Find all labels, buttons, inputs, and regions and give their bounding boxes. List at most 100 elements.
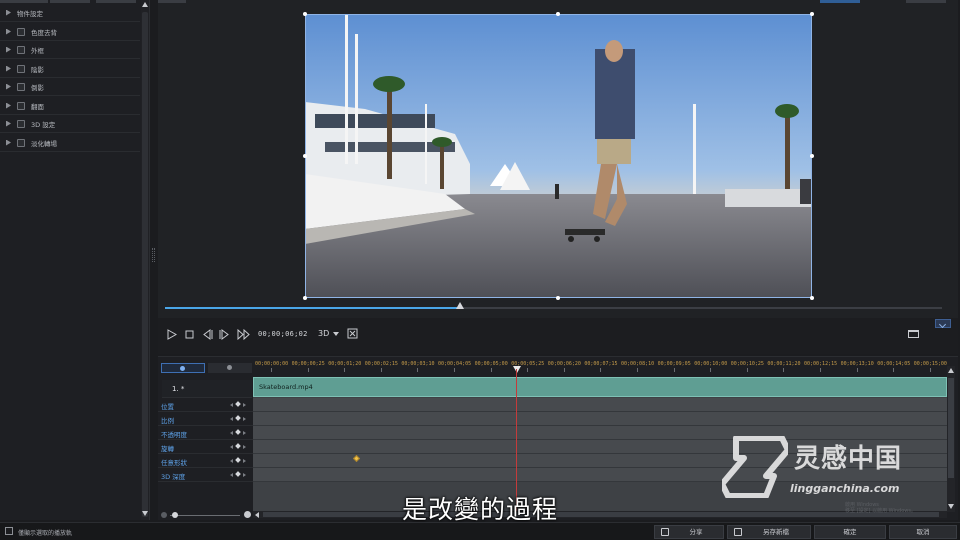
- param-row[interactable]: 不透明度: [158, 426, 253, 440]
- prop-row-3d-settings[interactable]: 3D 設定: [0, 115, 140, 133]
- preview-scrub-bar[interactable]: [165, 302, 942, 309]
- param-row[interactable]: 位置: [158, 398, 253, 412]
- zoom-track[interactable]: [170, 515, 240, 516]
- scroll-thumb[interactable]: [142, 12, 148, 517]
- prev-keyframe-icon[interactable]: [230, 431, 233, 435]
- prev-keyframe-icon[interactable]: [230, 459, 233, 463]
- prop-row-reflection[interactable]: 倒影: [0, 78, 140, 96]
- resize-handle[interactable]: [810, 296, 814, 300]
- fast-forward-icon[interactable]: [237, 329, 251, 340]
- next-keyframe-icon[interactable]: [243, 417, 246, 421]
- expand-triangle-icon[interactable]: [6, 102, 11, 109]
- collapse-chevron-button[interactable]: [935, 319, 951, 328]
- zoom-knob[interactable]: [172, 512, 178, 518]
- expand-triangle-icon[interactable]: [6, 120, 11, 127]
- add-keyframe-icon[interactable]: [235, 443, 241, 449]
- prop-label: 淡化轉場: [31, 139, 57, 148]
- ruler-tick-mark: [563, 368, 565, 372]
- prop-checkbox[interactable]: [17, 119, 25, 128]
- scroll-up-icon[interactable]: [142, 2, 148, 7]
- prop-row-chroma-key[interactable]: 色度去背: [0, 23, 140, 41]
- fullscreen-icon[interactable]: [347, 328, 358, 339]
- param-label: 比例: [161, 417, 174, 425]
- prop-row-flip[interactable]: 翻面: [0, 97, 140, 115]
- ruler-tick-mark: [527, 368, 529, 372]
- 3d-mode-button[interactable]: 3D: [318, 329, 329, 338]
- next-frame-icon[interactable]: [219, 329, 230, 340]
- resize-handle[interactable]: [810, 12, 814, 16]
- resize-handle[interactable]: [303, 154, 307, 158]
- ok-button[interactable]: 確定: [814, 525, 886, 539]
- prop-checkbox[interactable]: [17, 64, 25, 73]
- prop-checkbox[interactable]: [17, 101, 25, 110]
- timeline-ruler[interactable]: 00;00;00;00 00;00;00;25 00;00;01;20 00;00;0…: [253, 358, 955, 372]
- scrub-handle[interactable]: [456, 302, 465, 309]
- ruler-tick-label: 00;00;08;10: [621, 361, 655, 367]
- next-keyframe-icon[interactable]: [243, 431, 246, 435]
- expand-triangle-icon[interactable]: [6, 139, 11, 146]
- share-button[interactable]: 分享: [654, 525, 724, 539]
- cancel-button[interactable]: 取消: [889, 525, 957, 539]
- add-keyframe-icon[interactable]: [235, 429, 241, 435]
- prev-keyframe-icon[interactable]: [230, 445, 233, 449]
- prop-row-object-settings[interactable]: 物件設定: [0, 4, 140, 22]
- track-labels: 1. * 位置比例 不透明度 旋轉 任意形狀 3D 深度: [158, 377, 253, 521]
- timeline-mode-button[interactable]: [208, 363, 252, 373]
- resize-handle[interactable]: [303, 12, 307, 16]
- scroll-up-icon[interactable]: [948, 368, 954, 373]
- add-keyframe-icon[interactable]: [235, 415, 241, 421]
- ruler-tick-label: 00;00;04;05: [438, 361, 472, 367]
- stop-icon[interactable]: [185, 330, 194, 339]
- prev-keyframe-icon[interactable]: [230, 473, 233, 477]
- param-row[interactable]: 任意形狀: [158, 454, 253, 468]
- expand-triangle-icon[interactable]: [6, 28, 11, 35]
- add-keyframe-icon[interactable]: [235, 471, 241, 477]
- prop-row-shadow[interactable]: 陰影: [0, 60, 140, 78]
- track-title-label: 1. *: [172, 385, 185, 393]
- prev-keyframe-icon[interactable]: [230, 417, 233, 421]
- param-row[interactable]: 3D 深度: [158, 468, 253, 482]
- next-keyframe-icon[interactable]: [243, 403, 246, 407]
- previous-frame-icon[interactable]: [202, 329, 213, 340]
- prev-keyframe-icon[interactable]: [230, 403, 233, 407]
- track-title[interactable]: 1. *: [162, 380, 252, 398]
- prop-checkbox[interactable]: [17, 27, 25, 36]
- keyframe-lane[interactable]: [253, 412, 947, 426]
- prop-checkbox[interactable]: [17, 82, 25, 91]
- prop-row-fade[interactable]: 淡化轉場: [0, 134, 140, 152]
- play-icon[interactable]: [167, 329, 177, 340]
- panel-scrollbar[interactable]: [141, 0, 149, 520]
- expand-triangle-icon[interactable]: [6, 65, 11, 72]
- show-selected-track-checkbox[interactable]: [5, 527, 13, 535]
- scroll-down-icon[interactable]: [142, 511, 148, 516]
- save-as-button[interactable]: 另存新檔: [727, 525, 811, 539]
- resize-handle[interactable]: [303, 296, 307, 300]
- keyframe-lane[interactable]: [253, 398, 947, 412]
- video-clip[interactable]: Skateboard.mp4: [253, 377, 947, 397]
- param-row[interactable]: 旋轉: [158, 440, 253, 454]
- expand-triangle-icon[interactable]: [6, 9, 11, 16]
- timeline-mode-button-active[interactable]: [161, 363, 205, 373]
- expand-triangle-icon[interactable]: [6, 83, 11, 90]
- chevron-down-icon[interactable]: [333, 332, 339, 336]
- aspect-ratio-icon[interactable]: [908, 330, 919, 338]
- prop-checkbox[interactable]: [17, 138, 25, 147]
- ruler-tick-label: 00;00;05;00: [474, 361, 508, 367]
- playhead-handle[interactable]: [513, 366, 521, 373]
- next-keyframe-icon[interactable]: [243, 473, 246, 477]
- prop-checkbox[interactable]: [17, 45, 25, 54]
- add-keyframe-icon[interactable]: [235, 401, 241, 407]
- expand-triangle-icon[interactable]: [6, 46, 11, 53]
- prop-row-border[interactable]: 外框: [0, 41, 140, 59]
- timeline-zoom-slider[interactable]: [160, 511, 252, 519]
- zoom-out-icon[interactable]: [161, 512, 167, 518]
- resize-handle[interactable]: [810, 154, 814, 158]
- resize-handle[interactable]: [556, 296, 560, 300]
- next-keyframe-icon[interactable]: [243, 445, 246, 449]
- video-frame[interactable]: [305, 14, 812, 298]
- next-keyframe-icon[interactable]: [243, 459, 246, 463]
- panel-splitter-handle[interactable]: [152, 248, 155, 262]
- add-keyframe-icon[interactable]: [235, 457, 241, 463]
- param-row[interactable]: 比例: [158, 412, 253, 426]
- resize-handle[interactable]: [556, 12, 560, 16]
